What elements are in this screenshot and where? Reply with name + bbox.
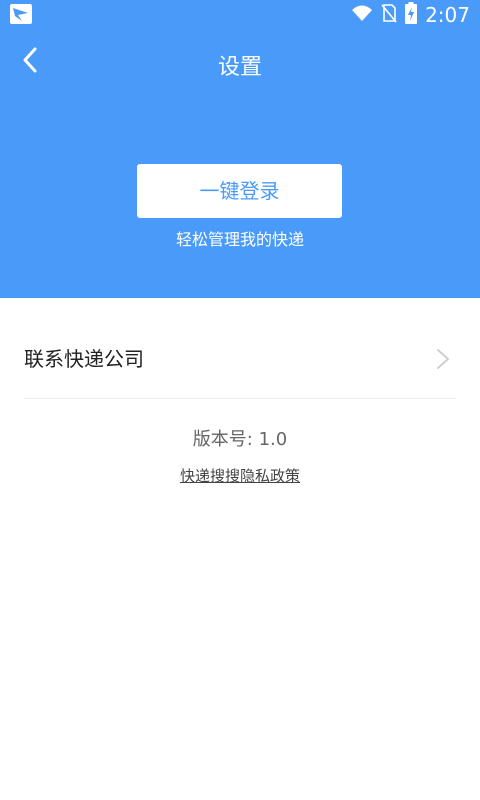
status-bar: 2:07 [0, 0, 480, 28]
chevron-right-icon [432, 348, 452, 370]
status-time: 2:07 [425, 3, 470, 27]
page-title: 设置 [217, 55, 262, 80]
privacy-policy-link[interactable]: 快递搜搜隐私政策 [0, 464, 480, 488]
battery-charging-icon [405, 2, 418, 28]
wifi-icon [351, 4, 373, 26]
version-text: 版本号: 1.0 [192, 429, 288, 450]
contact-courier-label: 联系快递公司 [24, 347, 144, 371]
header-banner: 2:07 设置 一键登录 轻松管理我的快递 [0, 0, 480, 298]
one-click-login-button[interactable]: 一键登录 [137, 164, 342, 218]
app-notification-icon [10, 4, 32, 24]
no-sim-icon [381, 3, 397, 27]
login-subtitle: 轻松管理我的快递 [175, 230, 304, 249]
contact-courier-row[interactable]: 联系快递公司 [24, 320, 456, 399]
status-icons: 2:07 [351, 2, 470, 28]
